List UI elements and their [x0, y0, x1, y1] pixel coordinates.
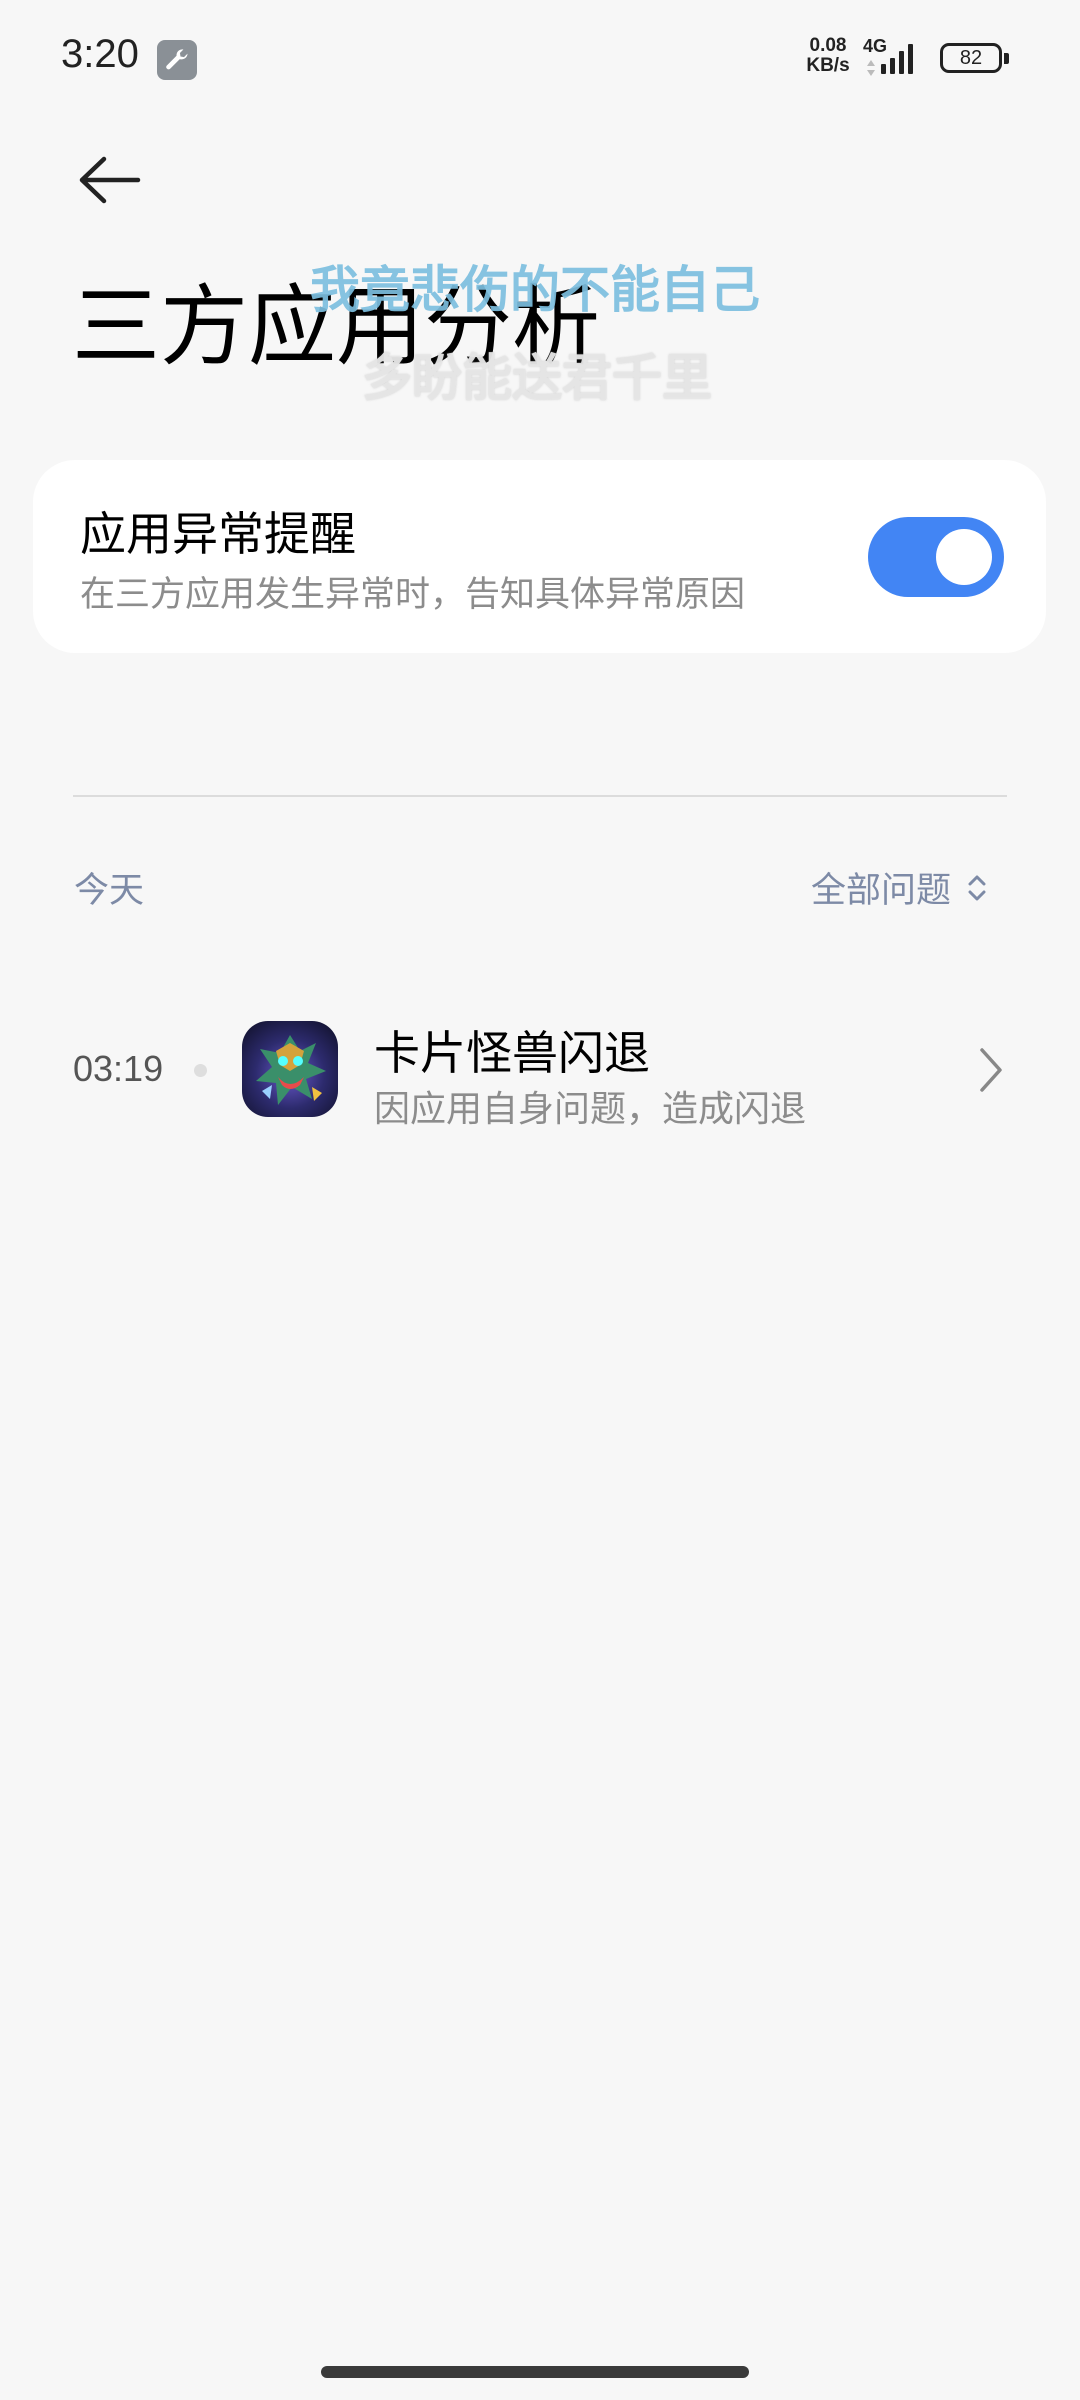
home-indicator[interactable] — [321, 2366, 749, 2378]
chevron-right-icon — [980, 1048, 1002, 1092]
record-description: 因应用自身问题，造成闪退 — [374, 1089, 807, 1130]
battery-level: 82 — [959, 46, 983, 69]
back-button[interactable] — [70, 145, 150, 215]
list-item[interactable]: 03:19 卡片怪兽闪退 因应用自身问题，造成闪退 — [0, 1000, 1080, 1140]
section-divider — [73, 795, 1007, 797]
battery-tip — [1004, 53, 1009, 64]
wrench-icon — [157, 40, 197, 80]
issue-filter-dropdown[interactable]: 全部问题 — [811, 862, 989, 913]
timeline-dot — [194, 1064, 207, 1077]
signal-strength-icon: 4G — [863, 36, 927, 76]
anomaly-alert-toggle[interactable] — [868, 517, 1004, 597]
battery-icon: 82 — [940, 43, 1002, 73]
app-anomaly-alert-card[interactable]: 应用异常提醒 在三方应用发生异常时，告知具体异常原因 — [33, 460, 1046, 653]
page-title: 三方应用分析 — [72, 275, 601, 378]
network-speed-unit: KB/s — [806, 55, 850, 76]
record-time: 03:19 — [73, 1048, 164, 1089]
toggle-knob — [936, 529, 992, 585]
game-dragon-icon — [242, 1021, 338, 1117]
record-title: 卡片怪兽闪退 — [374, 1026, 650, 1080]
arrow-left-icon — [79, 156, 141, 204]
filter-label: 全部问题 — [811, 871, 952, 911]
network-speed: 0.08 KB/s — [800, 36, 856, 76]
date-label: 今天 — [74, 871, 145, 911]
sort-updown-icon — [968, 875, 986, 900]
setting-title: 应用异常提醒 — [80, 507, 356, 561]
status-bar: 3:20 0.08 KB/s 4G 82 — [0, 0, 1080, 120]
network-speed-value: 0.08 — [809, 35, 847, 56]
status-time: 3:20 — [61, 32, 139, 76]
setting-subtitle: 在三方应用发生异常时，告知具体异常原因 — [80, 575, 746, 615]
